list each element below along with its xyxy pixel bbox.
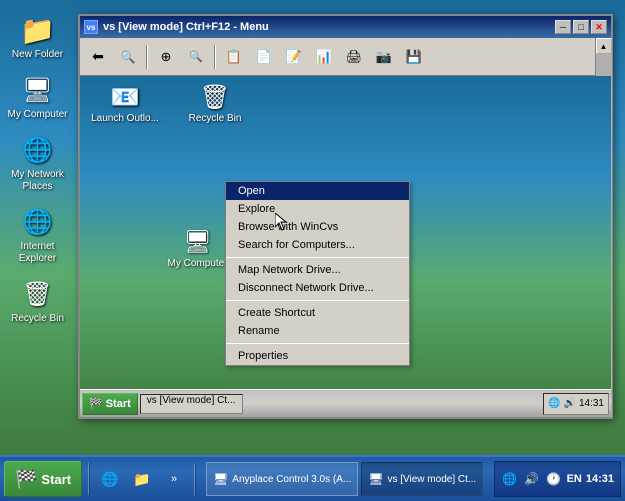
taskbar-sep-1 bbox=[88, 463, 90, 495]
window-controls: ─ □ ✕ bbox=[555, 20, 607, 34]
ql-folder-btn[interactable]: 📁 bbox=[128, 465, 156, 493]
rd-icon-recycle[interactable]: 🗑 Recycle Bin bbox=[180, 81, 250, 124]
taskbar-items: 🖥 Anyplace Control 3.0s (A... 🖥 vs [View… bbox=[202, 462, 490, 496]
toolbar-sep-1 bbox=[146, 45, 148, 69]
desktop-icon-new-folder[interactable]: 📁 New Folder bbox=[3, 10, 73, 65]
minimize-button[interactable]: ─ bbox=[555, 20, 571, 34]
vs-taskbar-icon: 🖥 bbox=[368, 472, 383, 486]
ctx-create-shortcut[interactable]: Create Shortcut bbox=[226, 304, 409, 322]
ctx-open[interactable]: Open bbox=[226, 182, 409, 200]
ie-ql-icon: 🌐 bbox=[101, 471, 118, 488]
my-computer-rd-icon[interactable]: 🖥 My Computer bbox=[165, 226, 230, 269]
rd-tray-time: 14:31 bbox=[579, 398, 604, 409]
remote-desktop-window: vs vs [View mode] Ctrl+F12 - Menu ─ □ ✕ … bbox=[78, 14, 613, 419]
desktop-icon-label: Internet Explorer bbox=[7, 241, 69, 265]
ctx-browse-wincvs[interactable]: Browse with WinCvs bbox=[226, 218, 409, 236]
folder-icon: 📁 bbox=[20, 14, 55, 47]
desktop-sidebar: 📁 New Folder 🖥 My Computer 🌐 My Network … bbox=[0, 0, 75, 455]
folder-ql-icon: 📁 bbox=[133, 471, 150, 488]
tray-network-icon[interactable]: 🌐 bbox=[501, 470, 519, 488]
maximize-button[interactable]: □ bbox=[573, 20, 589, 34]
anyplace-icon: 🖥 bbox=[213, 472, 228, 486]
ctx-map-network[interactable]: Map Network Drive... bbox=[226, 261, 409, 279]
rd-title-text: vs [View mode] Ctrl+F12 - Menu bbox=[103, 21, 555, 33]
network-icon: 🌐 bbox=[23, 136, 53, 165]
taskbar-item-anyplace[interactable]: 🖥 Anyplace Control 3.0s (A... bbox=[206, 462, 358, 496]
ql-ie-btn[interactable]: 🌐 bbox=[96, 465, 124, 493]
start-flag-icon: 🏁 bbox=[15, 469, 37, 490]
tray-clock-icon: 🕐 bbox=[545, 470, 563, 488]
toolbar-btn-3[interactable]: 🔍 bbox=[182, 42, 210, 72]
tray-lang: EN bbox=[567, 473, 582, 485]
recycle-icon: 🗑 bbox=[200, 83, 230, 112]
rd-toolbar: ⬅ 🔍 ⊕ 🔍 📋 📄 📝 📊 🖨 📷 💾 bbox=[80, 38, 611, 76]
context-menu: Open Explore Browse with WinCvs Search f… bbox=[225, 181, 410, 366]
rd-start-button[interactable]: 🏁 Start bbox=[82, 393, 138, 415]
desktop-icon-label: New Folder bbox=[12, 49, 63, 61]
ctx-sep-1 bbox=[226, 257, 409, 258]
toolbar-clipboard-btn[interactable]: 📋 bbox=[220, 42, 248, 72]
ie-icon: 🌐 bbox=[23, 208, 53, 237]
ctx-sep-2 bbox=[226, 300, 409, 301]
toolbar-back-btn[interactable]: ⬅ bbox=[84, 42, 112, 72]
rd-title-icon: vs bbox=[84, 20, 98, 34]
scroll-up-btn[interactable]: ▲ bbox=[596, 38, 612, 54]
computer-rd-icon: 🖥 bbox=[184, 229, 212, 255]
ctx-search-computers[interactable]: Search for Computers... bbox=[226, 236, 409, 254]
rd-tray-icons: 🌐 🔊 bbox=[548, 398, 576, 409]
toolbar-camera-btn[interactable]: 📷 bbox=[370, 42, 398, 72]
toolbar-chart-btn[interactable]: 📊 bbox=[310, 42, 338, 72]
desktop-icon-label: My Network Places bbox=[7, 169, 69, 193]
ctx-explore[interactable]: Explore bbox=[226, 200, 409, 218]
ctx-disconnect-network[interactable]: Disconnect Network Drive... bbox=[226, 279, 409, 297]
tray-time: 14:31 bbox=[586, 473, 614, 485]
toolbar-save-btn[interactable]: 💾 bbox=[400, 42, 428, 72]
toolbar-doc-btn[interactable]: 📄 bbox=[250, 42, 278, 72]
toolbar-print-btn[interactable]: 🖨 bbox=[340, 42, 368, 72]
rd-taskbar-tray: 🌐 🔊 14:31 bbox=[543, 393, 609, 415]
quick-launch: 🌐 📁 » bbox=[96, 465, 188, 493]
recycle-bin-icon: 🗑 bbox=[22, 280, 52, 309]
start-label: Start bbox=[41, 472, 71, 487]
rd-taskbar-items: vs [View mode] Ct... bbox=[140, 394, 542, 414]
desktop-icon-label: My Computer bbox=[7, 109, 67, 121]
tray-volume-icon[interactable]: 🔊 bbox=[523, 470, 541, 488]
rd-inner-taskbar: 🏁 Start vs [View mode] Ct... 🌐 🔊 14:31 bbox=[80, 389, 611, 417]
main-taskbar: 🏁 Start 🌐 📁 » 🖥 Anyplace Control 3.0s (A… bbox=[0, 455, 625, 501]
toolbar-btn-2[interactable]: ⊕ bbox=[152, 42, 180, 72]
taskbar-item-vs[interactable]: 🖥 vs [View mode] Ct... bbox=[361, 462, 483, 496]
rd-icon-label: Recycle Bin bbox=[189, 113, 242, 124]
toolbar-search-btn[interactable]: 🔍 bbox=[114, 42, 142, 72]
desktop-icon-recycle-bin[interactable]: 🗑 Recycle Bin bbox=[3, 274, 73, 329]
taskbar-sep-2 bbox=[194, 463, 196, 495]
desktop-icon-label: Recycle Bin bbox=[11, 313, 64, 325]
rd-icon-label: Launch Outlo... bbox=[91, 113, 159, 124]
toolbar-sep-2 bbox=[214, 45, 216, 69]
taskbar-tray: 🌐 🔊 🕐 EN 14:31 bbox=[494, 461, 621, 497]
start-flag-icon: 🏁 bbox=[89, 397, 103, 410]
desktop-icon-my-computer[interactable]: 🖥 My Computer bbox=[3, 70, 73, 125]
ql-more-btn[interactable]: » bbox=[160, 465, 188, 493]
vs-icon: vs bbox=[87, 23, 96, 32]
ctx-rename[interactable]: Rename bbox=[226, 322, 409, 340]
rd-icon-outlook[interactable]: 📧 Launch Outlo... bbox=[90, 81, 160, 124]
ctx-sep-3 bbox=[226, 343, 409, 344]
desktop-icon-internet-explorer[interactable]: 🌐 Internet Explorer bbox=[3, 202, 73, 269]
ctx-properties[interactable]: Properties bbox=[226, 347, 409, 365]
anyplace-label: Anyplace Control 3.0s (A... bbox=[232, 474, 351, 485]
rd-content: 📧 Launch Outlo... 🗑 Recycle Bin 🖥 My Com… bbox=[80, 76, 611, 417]
computer-icon: 🖥 bbox=[22, 76, 52, 105]
start-button[interactable]: 🏁 Start bbox=[4, 461, 82, 497]
toolbar-edit-btn[interactable]: 📝 bbox=[280, 42, 308, 72]
outlook-icon: 📧 bbox=[110, 83, 140, 112]
desktop: 📁 New Folder 🖥 My Computer 🌐 My Network … bbox=[0, 0, 625, 455]
rd-task-btn-0[interactable]: vs [View mode] Ct... bbox=[140, 394, 243, 414]
rd-titlebar[interactable]: vs vs [View mode] Ctrl+F12 - Menu ─ □ ✕ bbox=[80, 16, 611, 38]
vs-label: vs [View mode] Ct... bbox=[387, 474, 476, 485]
desktop-icon-network-places[interactable]: 🌐 My Network Places bbox=[3, 130, 73, 197]
my-computer-label: My Computer bbox=[167, 258, 227, 269]
close-button[interactable]: ✕ bbox=[591, 20, 607, 34]
